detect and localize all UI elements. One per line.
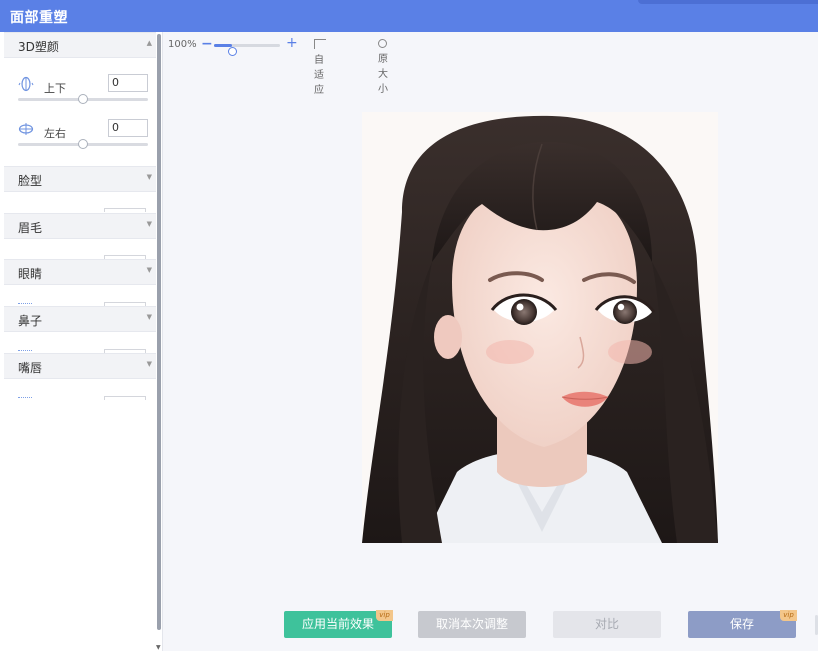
- fit-icon: [314, 39, 326, 49]
- horizontal-rotate-icon: [18, 123, 34, 135]
- caret-down-icon: ▼: [146, 173, 152, 181]
- fit-to-window-button[interactable]: 自适应: [314, 39, 328, 96]
- portrait-illustration: [362, 112, 718, 543]
- collapsed-icon-peek: [18, 397, 32, 400]
- title-bar-shade: [638, 0, 818, 4]
- control-label: 上下: [44, 82, 66, 95]
- fit-label: 自适应: [314, 55, 324, 96]
- section-label: 眼睛: [18, 267, 43, 281]
- control-horizontal: 左右 0: [4, 119, 156, 159]
- section-label: 脸型: [18, 174, 43, 188]
- portrait-preview-image: [362, 112, 718, 543]
- zoom-label: 100%: [168, 39, 197, 50]
- vertical-rotate-icon: [18, 76, 34, 92]
- magnifier-icon: [378, 39, 387, 48]
- section-header-lips[interactable]: 嘴唇 ▼: [4, 353, 156, 379]
- horizontal-slider-thumb[interactable]: [78, 139, 88, 149]
- original-size-button[interactable]: 原大小: [378, 39, 389, 95]
- caret-down-icon: ▼: [146, 220, 152, 228]
- apply-effect-button[interactable]: 应用当前效果 vip: [284, 610, 393, 638]
- section-label: 3D塑颜: [18, 40, 59, 54]
- zoom-slider[interactable]: [214, 44, 280, 56]
- vip-badge: vip: [780, 610, 797, 621]
- section-header-3d-shaping[interactable]: 3D塑颜 ▲: [4, 32, 156, 58]
- horizontal-value-input[interactable]: 0: [108, 119, 148, 137]
- control-vertical: 上下 0: [4, 74, 156, 114]
- compare-button[interactable]: 对比: [553, 611, 661, 638]
- section-label: 眉毛: [18, 221, 43, 235]
- section-label: 嘴唇: [18, 361, 43, 375]
- save-button[interactable]: 保存 vip: [688, 610, 797, 638]
- section-header-nose[interactable]: 鼻子 ▼: [4, 306, 156, 332]
- caret-down-icon: ▼: [146, 266, 152, 274]
- panel-scrollbar[interactable]: [157, 34, 161, 630]
- original-size-label: 原大小: [378, 54, 388, 95]
- title-bar: 面部重塑: [0, 0, 818, 32]
- section-label: 鼻子: [18, 314, 43, 328]
- save-label: 保存: [729, 617, 754, 631]
- window-title: 面部重塑: [10, 10, 68, 26]
- zoom-slider-thumb[interactable]: [228, 47, 238, 56]
- vertical-value-input[interactable]: 0: [108, 74, 148, 92]
- compare-label: 对比: [594, 617, 619, 631]
- cancel-adjustment-label: 取消本次调整: [435, 617, 508, 631]
- control-label: 左右: [44, 127, 66, 140]
- caret-up-icon: ▲: [146, 39, 152, 47]
- caret-down-icon: ▼: [146, 313, 152, 321]
- section-header-eyebrows[interactable]: 眉毛 ▼: [4, 213, 156, 239]
- apply-effect-label: 应用当前效果: [301, 617, 374, 631]
- vertical-slider-thumb[interactable]: [78, 94, 88, 104]
- collapsed-input-peek: [104, 396, 146, 400]
- scroll-down-icon[interactable]: ▼: [156, 644, 161, 651]
- vip-badge: vip: [376, 610, 393, 621]
- caret-down-icon: ▼: [146, 360, 152, 368]
- zoom-in-icon[interactable]: +: [286, 35, 298, 51]
- cancel-adjustment-button[interactable]: 取消本次调整: [418, 611, 526, 638]
- section-header-face-shape[interactable]: 脸型 ▼: [4, 166, 156, 192]
- collapsed-input-peek: [104, 208, 146, 212]
- section-header-eyes[interactable]: 眼睛 ▼: [4, 259, 156, 285]
- adjustment-panel: 3D塑颜 ▲ 上下 0 左右 0 脸型 ▼ 眉毛 ▼ 眼睛 ▼ 鼻子 ▼ 嘴唇 …: [0, 32, 163, 651]
- zoom-out-icon[interactable]: −: [201, 36, 213, 52]
